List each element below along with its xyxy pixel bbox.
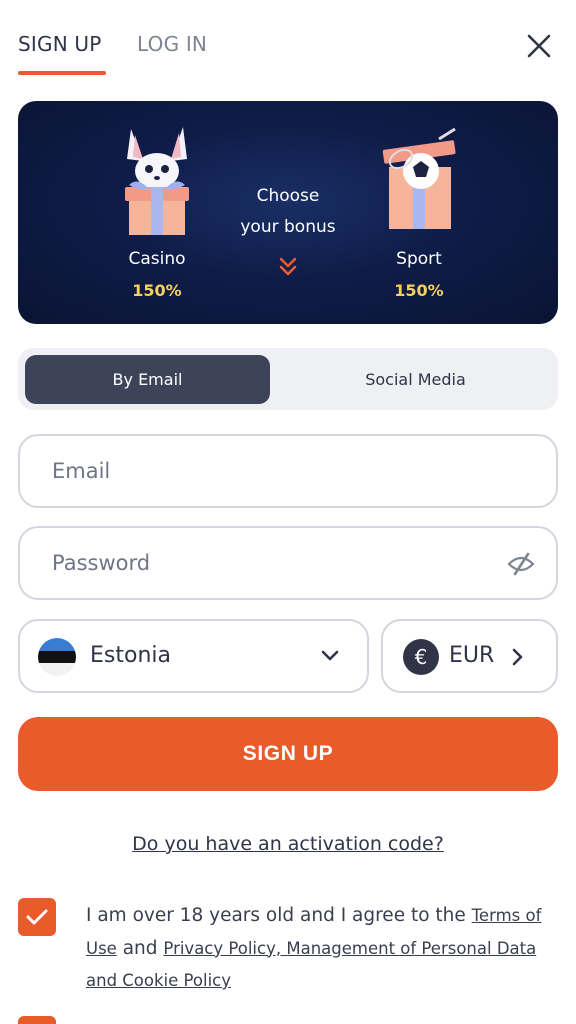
choose-line-2: your bonus [240, 217, 336, 237]
euro-icon: € [403, 639, 439, 675]
tab-sign-up[interactable]: SIGN UP [18, 32, 102, 56]
casino-label: Casino [128, 249, 186, 269]
tab-log-in[interactable]: LOG IN [137, 32, 207, 56]
top-bar: SIGN UP LOG IN [0, 0, 576, 80]
activation-code-row: Do you have an activation code? [0, 833, 576, 855]
eye-off-icon[interactable] [506, 550, 536, 578]
sport-ball-gift-icon [382, 127, 456, 229]
by-email-tab[interactable]: By Email [25, 355, 270, 404]
country-select[interactable]: Estonia [18, 619, 369, 693]
sport-percent: 150% [394, 281, 444, 300]
activation-code-link[interactable]: Do you have an activation code? [132, 833, 444, 855]
casino-percent: 150% [132, 281, 182, 300]
sign-up-button[interactable]: SIGN UP [18, 717, 558, 791]
email-input[interactable] [52, 436, 492, 506]
age-terms-checkbox[interactable] [18, 898, 56, 936]
currency-select[interactable]: € EUR [381, 619, 558, 693]
close-icon[interactable] [524, 31, 554, 61]
country-value: Estonia [90, 643, 171, 668]
social-media-tab[interactable]: Social Media [280, 355, 551, 404]
chevron-right-icon [512, 648, 523, 666]
sport-label: Sport [396, 249, 442, 269]
email-field-wrapper [18, 434, 558, 508]
second-checkbox[interactable] [18, 1016, 56, 1024]
terms-text: I am over 18 years old and I agree to th… [86, 900, 562, 998]
casino-bonus-option[interactable]: Casino 150% [92, 101, 222, 324]
casino-fox-gift-icon [125, 127, 189, 235]
sport-bonus-option[interactable]: Sport 150% [354, 101, 484, 324]
double-chevron-down-icon[interactable] [277, 255, 299, 279]
checkmark-icon [26, 909, 48, 925]
choose-line-1: Choose [256, 186, 320, 206]
terms-prefix: I am over 18 years old and I agree to th… [86, 905, 472, 926]
bonus-banner: Casino 150% Choose your bonus Sport 150% [18, 101, 558, 324]
password-field-wrapper [18, 526, 558, 600]
currency-value: EUR [449, 643, 495, 668]
chevron-down-icon [321, 650, 339, 661]
choose-bonus-text: Choose your bonus [218, 181, 358, 243]
terms-middle: and [116, 937, 164, 959]
estonia-flag-icon [38, 638, 76, 676]
active-tab-indicator [18, 71, 106, 75]
registration-method-toggle: By Email Social Media [18, 348, 558, 410]
password-input[interactable] [52, 528, 492, 598]
